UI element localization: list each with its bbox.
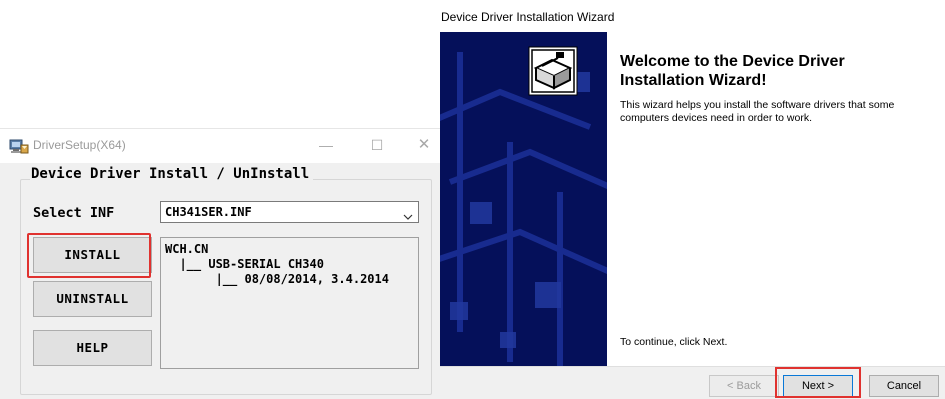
- hardware-box-icon: [528, 46, 578, 96]
- wizard-heading: Welcome to the Device Driver Installatio…: [620, 53, 845, 89]
- install-highlight-box: [27, 233, 151, 278]
- group-title: Device Driver Install / UnInstall: [30, 166, 314, 182]
- info-line-device: |__ USB-SERIAL CH340: [165, 257, 324, 271]
- driver-info-box: WCH.CN |__ USB-SERIAL CH340 |__ 08/08/20…: [160, 237, 419, 369]
- inf-select[interactable]: CH341SER.INF: [160, 201, 419, 223]
- inf-select-value: CH341SER.INF: [165, 205, 252, 219]
- select-inf-label: Select INF: [33, 205, 115, 221]
- wizard-title: Device Driver Installation Wizard: [441, 10, 615, 24]
- back-button[interactable]: < Back: [709, 375, 779, 397]
- chevron-down-icon: [403, 208, 413, 220]
- next-highlight-box: [775, 367, 861, 398]
- wizard-sidebar-banner: [440, 32, 612, 366]
- info-line-vendor: WCH.CN: [165, 242, 209, 256]
- help-button[interactable]: HELP: [33, 330, 152, 366]
- computer-install-icon: [9, 138, 29, 154]
- cancel-button[interactable]: Cancel: [869, 375, 939, 397]
- wizard-continue-text: To continue, click Next.: [620, 336, 728, 348]
- info-line-version: |__ 08/08/2014, 3.4.2014: [165, 272, 389, 286]
- wizard-description: This wizard helps you install the softwa…: [620, 99, 895, 124]
- close-button[interactable]: ✕: [414, 135, 434, 155]
- maximize-button[interactable]: ☐: [367, 135, 387, 155]
- window-title: DriverSetup(X64): [33, 138, 126, 152]
- uninstall-button[interactable]: UNINSTALL: [33, 281, 152, 317]
- wizard-panel: Welcome to the Device Driver Installatio…: [440, 32, 945, 366]
- minimize-button[interactable]: —: [316, 135, 336, 155]
- setup-titlebar: DriverSetup(X64) — ☐ ✕: [0, 129, 440, 163]
